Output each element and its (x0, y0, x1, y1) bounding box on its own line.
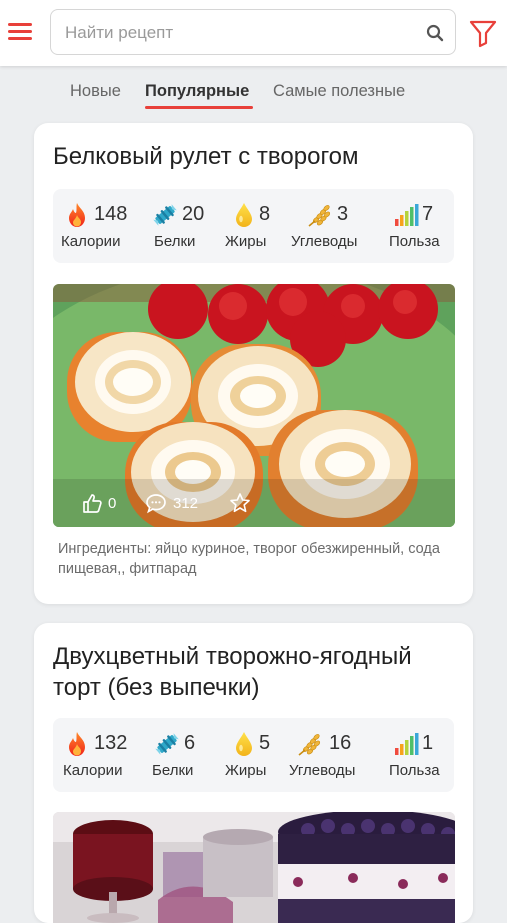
nutrition-stats: 148 Калории 20 Белки 8 Жиры 3 Углеводы 7… (53, 189, 454, 263)
search-icon[interactable] (425, 23, 445, 43)
stat-benefit: 1 Польза (389, 718, 449, 792)
stat-label: Жиры (225, 762, 267, 779)
benefit-bars-icon (393, 202, 419, 228)
stat-value: 3 (337, 203, 349, 225)
flame-icon (64, 731, 90, 757)
stat-label: Углеводы (289, 762, 356, 779)
thumbs-up-icon (83, 494, 102, 513)
stat-label: Калории (63, 762, 123, 779)
tab-new[interactable]: Новые (70, 82, 121, 101)
recipe-title[interactable]: Двухцветный творожно-ягодный торт (без в… (53, 641, 453, 703)
top-bar (0, 0, 507, 66)
ingredients-text: Ингредиенты: яйцо куриное, творог обезжи… (58, 541, 440, 577)
tab-popular[interactable]: Популярные (145, 82, 249, 101)
stat-carbs: 3 Углеводы (291, 189, 371, 263)
search-input[interactable] (63, 18, 407, 48)
stat-label: Польза (389, 762, 440, 779)
likes-count: 0 (108, 495, 117, 512)
protein-icon (154, 731, 180, 757)
stat-label: Жиры (225, 233, 267, 250)
stat-label: Углеводы (291, 233, 358, 250)
stat-label: Белки (152, 762, 194, 779)
recipe-title[interactable]: Белковый рулет с творогом (53, 141, 453, 172)
recipe-photo[interactable] (53, 812, 455, 923)
stat-fat: 5 Жиры (225, 718, 275, 792)
wheat-icon (297, 731, 323, 757)
stat-value: 6 (184, 732, 196, 754)
stat-value: 8 (259, 203, 271, 225)
stat-calories: 148 Калории (61, 189, 133, 263)
like-button[interactable]: 0 (81, 491, 121, 517)
menu-icon[interactable] (6, 18, 34, 46)
recipe-card[interactable]: Белковый рулет с творогом 148 Калории 20… (34, 123, 473, 604)
stat-carbs: 16 Углеводы (289, 718, 369, 792)
wheat-icon (307, 202, 333, 228)
recipe-photo[interactable]: 0 312 (53, 284, 455, 527)
stat-value: 7 (422, 203, 434, 225)
stat-benefit: 7 Польза (389, 189, 449, 263)
search-box (50, 9, 456, 55)
stat-calories: 132 Калории (61, 718, 133, 792)
flame-icon (64, 202, 90, 228)
protein-icon (152, 202, 178, 228)
star-icon (230, 493, 250, 513)
stat-value: 5 (259, 732, 271, 754)
recipe-card[interactable]: Двухцветный творожно-ягодный торт (без в… (34, 623, 473, 923)
stat-label: Белки (154, 233, 196, 250)
photo-actions: 0 312 (53, 481, 455, 527)
stat-value: 132 (94, 732, 128, 754)
benefit-bars-icon (393, 731, 419, 757)
cake-photo-image (53, 812, 455, 923)
nutrition-stats: 132 Калории 6 Белки 5 Жиры 16 Углеводы 1… (53, 718, 454, 792)
drop-icon (231, 731, 257, 757)
stat-label: Польза (389, 233, 440, 250)
stat-protein: 6 Белки (152, 718, 212, 792)
category-tabs: Новые Популярные Самые полезные (0, 78, 507, 112)
stat-value: 16 (329, 732, 352, 754)
filter-icon[interactable] (468, 18, 498, 48)
drop-icon (231, 202, 257, 228)
stat-value: 20 (182, 203, 205, 225)
tab-most-healthy[interactable]: Самые полезные (273, 82, 405, 101)
comments-count: 312 (173, 495, 199, 512)
stat-label: Калории (61, 233, 121, 250)
active-tab-indicator (145, 106, 253, 109)
stat-fat: 8 Жиры (225, 189, 275, 263)
comment-icon (146, 494, 166, 514)
comments-button[interactable]: 312 (145, 491, 215, 517)
stat-value: 148 (94, 203, 128, 225)
stat-protein: 20 Белки (152, 189, 212, 263)
stat-value: 1 (422, 732, 434, 754)
favorite-button[interactable] (229, 491, 253, 517)
